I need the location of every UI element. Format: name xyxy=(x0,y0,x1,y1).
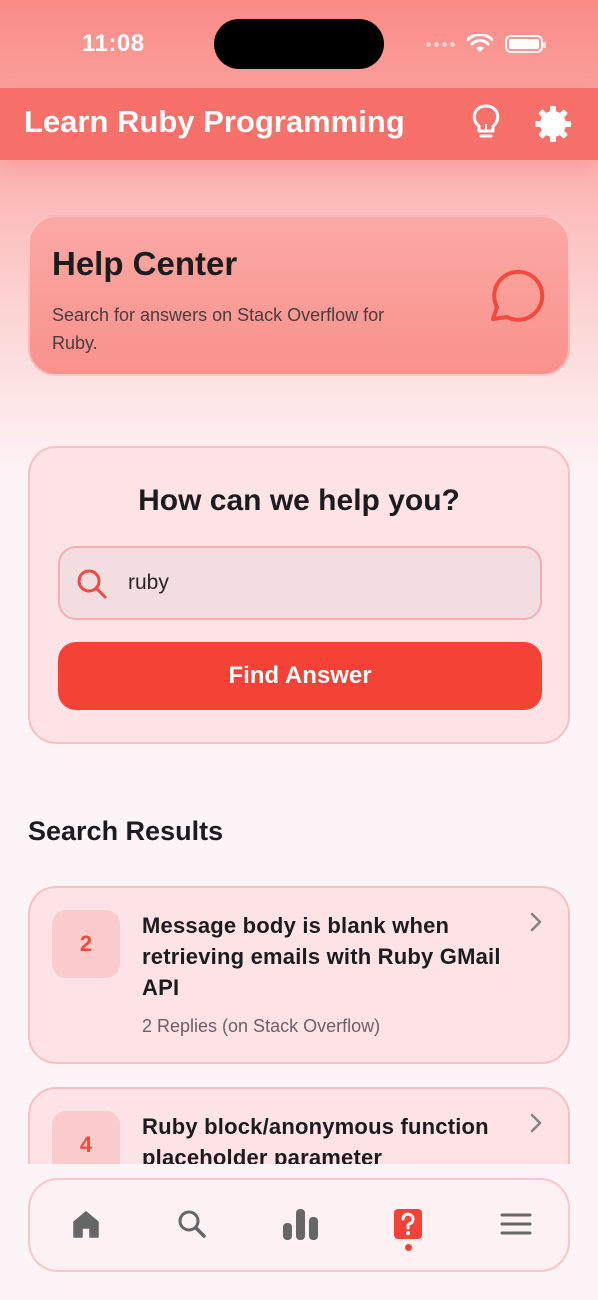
search-input[interactable] xyxy=(128,562,528,604)
help-center-description: Search for answers on Stack Overflow for… xyxy=(52,305,385,353)
search-heading: How can we help you? xyxy=(138,484,460,517)
result-item[interactable]: 2 Message body is blank when retrieving … xyxy=(28,886,570,1064)
lightbulb-icon[interactable] xyxy=(468,102,504,142)
reply-count-badge: 4 xyxy=(52,1111,120,1164)
battery-icon xyxy=(505,35,546,53)
result-item[interactable]: 4 Ruby block/anonymous function placehol… xyxy=(28,1087,570,1164)
chevron-right-icon xyxy=(530,912,542,932)
menu-icon[interactable] xyxy=(496,1204,536,1244)
result-title: Message body is blank when retrieving em… xyxy=(142,913,501,1000)
help-center-card[interactable]: Help Center Search for answers on Stack … xyxy=(28,215,570,376)
chevron-right-icon xyxy=(530,1113,542,1133)
status-icons xyxy=(426,34,546,54)
stats-icon[interactable] xyxy=(280,1204,320,1244)
bottom-navigation xyxy=(28,1178,570,1272)
help-icon[interactable] xyxy=(388,1204,428,1244)
active-indicator xyxy=(405,1244,412,1251)
app-title: Learn Ruby Programming xyxy=(24,104,405,139)
app-bar: Learn Ruby Programming xyxy=(0,88,598,160)
chat-bubble-icon xyxy=(485,267,545,327)
search-icon[interactable] xyxy=(172,1204,212,1244)
results-list: 2 Message body is blank when retrieving … xyxy=(0,870,598,1164)
find-answer-button[interactable]: Find Answer xyxy=(58,642,542,710)
home-icon[interactable] xyxy=(66,1204,106,1244)
wifi-icon xyxy=(467,34,493,52)
settings-icon[interactable] xyxy=(533,104,573,144)
search-icon xyxy=(76,568,108,600)
status-time: 11:08 xyxy=(82,30,145,57)
help-center-title: Help Center xyxy=(52,245,238,282)
search-card: How can we help you? Find Answer xyxy=(28,446,570,744)
signal-icon xyxy=(426,41,455,47)
search-results-title: Search Results xyxy=(28,816,224,846)
result-meta: 2 Replies (on Stack Overflow) xyxy=(142,1016,381,1036)
search-field[interactable] xyxy=(58,546,542,620)
reply-count-badge: 2 xyxy=(52,910,120,978)
result-title: Ruby block/anonymous function placeholde… xyxy=(142,1114,489,1164)
dynamic-island xyxy=(214,19,384,69)
status-bar: 11:08 xyxy=(0,0,598,90)
